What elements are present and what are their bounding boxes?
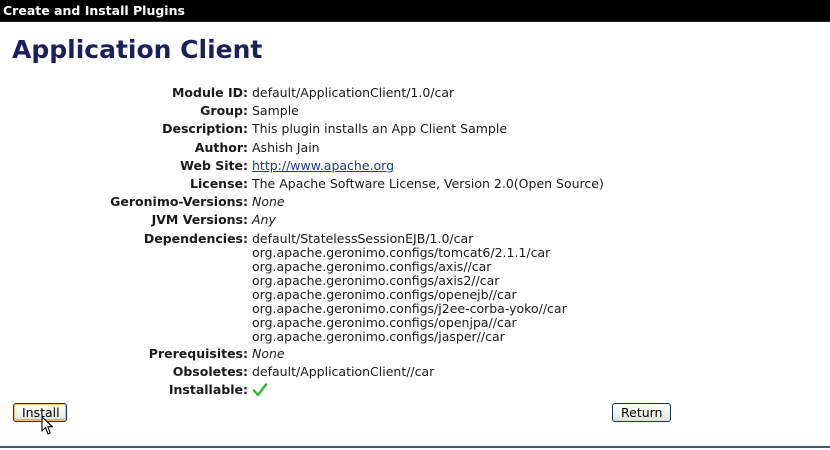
- group-value: Sample: [252, 103, 299, 119]
- plugin-details: Module ID: default/ApplicationClient/1.0…: [0, 84, 830, 399]
- prerequisites-value: None: [252, 345, 285, 361]
- module-id-label: Module ID:: [171, 85, 248, 100]
- jvm-versions-row: JVM Versions: Any: [0, 211, 830, 229]
- jvm-versions-label: JVM Versions:: [151, 212, 248, 228]
- dependency-item: org.apache.geronimo.configs/tomcat6/2.1.…: [252, 244, 551, 260]
- description-row: Description: This plugin installs an App…: [0, 120, 830, 138]
- dependency-item: org.apache.geronimo.configs/axis2//car: [252, 272, 500, 288]
- dependency-item: default/StatelessSessionEJB/1.0/car: [252, 230, 474, 246]
- return-button[interactable]: Return: [612, 403, 671, 422]
- page-title: Application Client: [12, 35, 263, 64]
- prerequisites-label: Prerequisites:: [148, 345, 248, 361]
- dependency-item: org.apache.geronimo.configs/openejb//car: [252, 286, 517, 302]
- header-bar: Create and Install Plugins: [0, 0, 830, 22]
- install-button[interactable]: Install: [13, 403, 67, 422]
- description-label: Description:: [162, 121, 248, 137]
- geronimo-versions-value: None: [252, 194, 285, 210]
- author-value: Ashish Jain: [252, 139, 320, 155]
- description-value: This plugin installs an App Client Sampl…: [252, 121, 508, 137]
- checkmark-icon: [248, 381, 268, 399]
- obsoletes-row: Obsoletes: default/ApplicationClient//ca…: [0, 363, 830, 381]
- dependency-item: org.apache.geronimo.configs/j2ee-corba-y…: [252, 300, 567, 316]
- mouse-pointer-icon: [41, 416, 54, 435]
- geronimo-versions-label: Geronimo-Versions:: [110, 194, 248, 210]
- web-site-row: Web Site: http://www.apache.org: [0, 157, 830, 175]
- author-row: Author: Ashish Jain: [0, 139, 830, 157]
- installable-label: Installable:: [168, 382, 248, 398]
- author-label: Author:: [194, 139, 248, 155]
- installable-row: Installable:: [0, 381, 830, 399]
- group-row: Group: Sample: [0, 102, 830, 120]
- module-id-value: default/ApplicationClient/1.0/car: [252, 85, 455, 100]
- prerequisites-row: Prerequisites: None: [0, 345, 830, 363]
- dependency-item: org.apache.geronimo.configs/jasper//car: [252, 328, 505, 344]
- geronimo-versions-row: Geronimo-Versions: None: [0, 193, 830, 211]
- footer-divider: [0, 446, 830, 448]
- license-row: License: The Apache Software License, Ve…: [0, 175, 830, 193]
- obsoletes-label: Obsoletes:: [172, 363, 248, 379]
- dependencies-list: default/StatelessSessionEJB/1.0/car org.…: [248, 230, 567, 345]
- web-site-value: http://www.apache.org: [248, 157, 394, 175]
- jvm-versions-value: Any: [252, 212, 276, 228]
- license-value: The Apache Software License, Version 2.0…: [252, 176, 604, 192]
- header-title: Create and Install Plugins: [3, 3, 185, 18]
- license-label: License:: [190, 176, 248, 192]
- dependency-item: org.apache.geronimo.configs/axis//car: [252, 258, 492, 274]
- dependency-item: org.apache.geronimo.configs/openjpa//car: [252, 314, 517, 330]
- obsoletes-value: default/ApplicationClient//car: [252, 363, 435, 379]
- dependencies-row: Dependencies: default/StatelessSessionEJ…: [0, 230, 830, 345]
- web-site-label: Web Site:: [180, 157, 248, 173]
- dependencies-label: Dependencies:: [143, 230, 248, 246]
- module-id-row: Module ID: default/ApplicationClient/1.0…: [0, 84, 830, 102]
- web-site-link[interactable]: http://www.apache.org: [252, 158, 394, 173]
- group-label: Group:: [200, 103, 248, 119]
